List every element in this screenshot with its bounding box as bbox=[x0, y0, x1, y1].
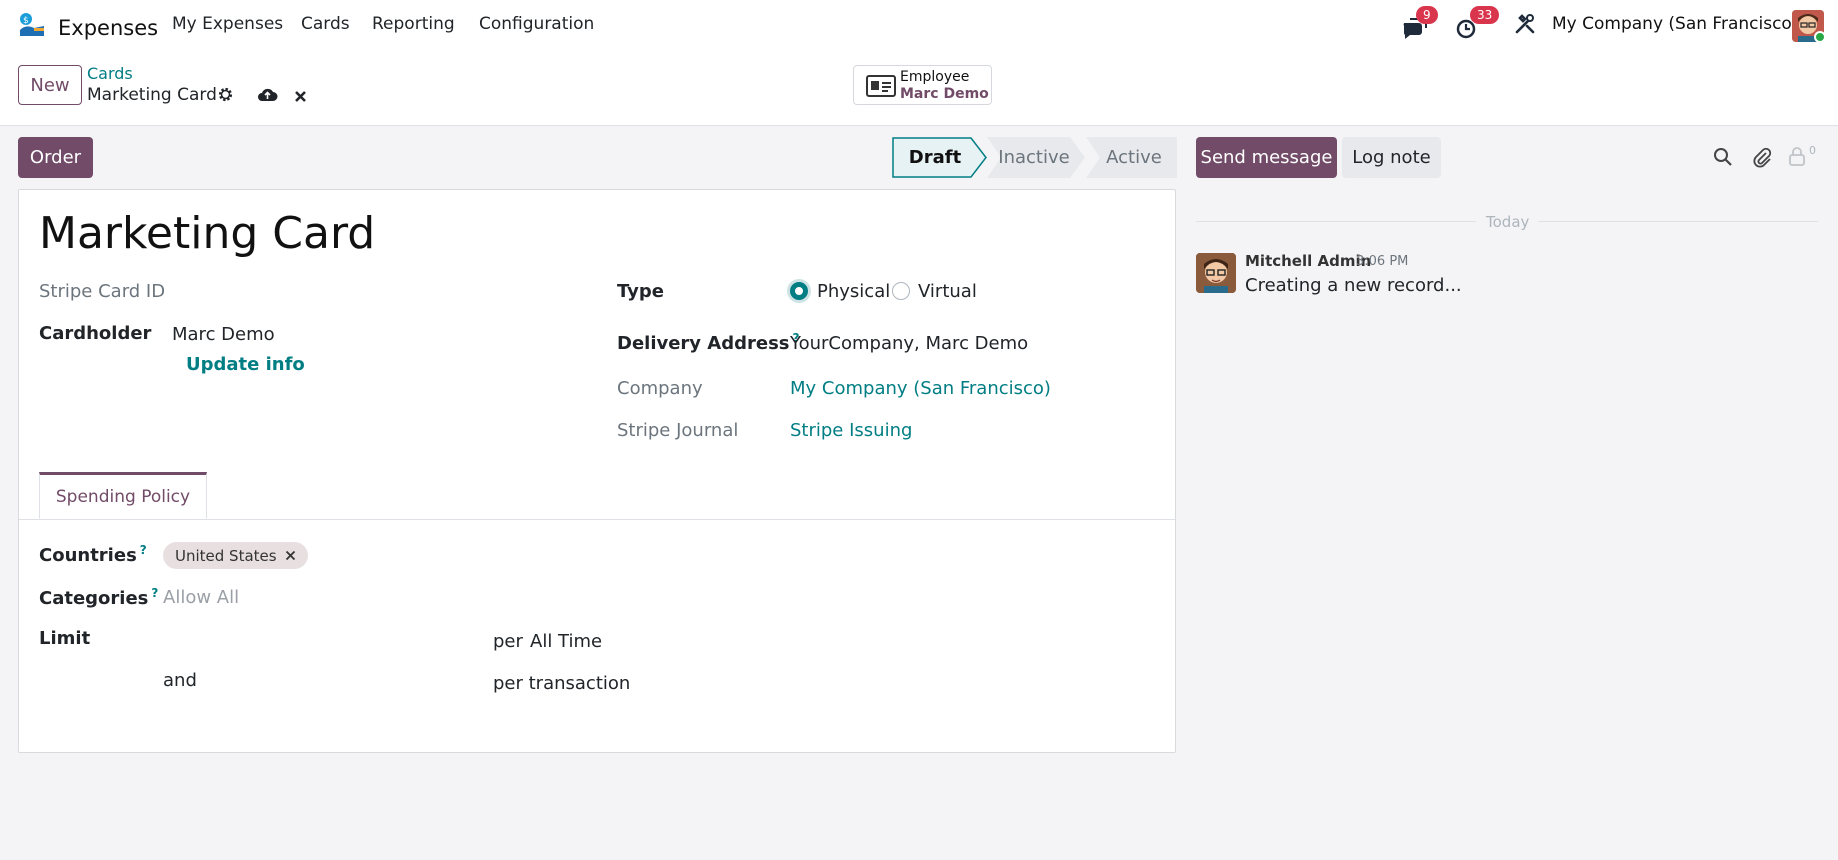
paperclip-icon[interactable] bbox=[1751, 146, 1773, 173]
smart-button-value: Marc Demo bbox=[900, 86, 989, 102]
type-virtual-radio[interactable] bbox=[892, 282, 910, 300]
chat-bubbles-icon bbox=[1401, 18, 1427, 47]
followers-lock-icon[interactable] bbox=[1788, 146, 1806, 171]
app-brand[interactable]: $ Expenses bbox=[18, 12, 158, 43]
per-label: per bbox=[493, 631, 523, 652]
countries-label: Countries? bbox=[39, 543, 147, 566]
tab-spending-policy[interactable]: Spending Policy bbox=[39, 472, 207, 519]
tools-icon[interactable] bbox=[1514, 13, 1536, 40]
search-icon[interactable] bbox=[1713, 147, 1733, 172]
help-marker[interactable]: ? bbox=[151, 586, 158, 600]
limit-label: Limit bbox=[39, 628, 91, 649]
new-button[interactable]: New bbox=[18, 65, 82, 105]
help-marker[interactable]: ? bbox=[140, 543, 147, 557]
type-virtual-label[interactable]: Virtual bbox=[918, 281, 977, 302]
categories-input[interactable]: Allow All bbox=[163, 587, 239, 608]
delivery-address-label: Delivery Address? bbox=[617, 331, 800, 354]
form-sheet bbox=[18, 189, 1176, 753]
date-divider-right bbox=[1538, 221, 1818, 222]
delivery-address-value[interactable]: YourCompany, Marc Demo bbox=[790, 333, 1028, 354]
stripe-journal-link[interactable]: Stripe Issuing bbox=[790, 420, 912, 441]
remove-tag-icon[interactable] bbox=[285, 547, 296, 565]
menu-reporting[interactable]: Reporting bbox=[372, 14, 455, 34]
period-select[interactable]: All Time bbox=[530, 631, 602, 652]
stripe-journal-label: Stripe Journal bbox=[617, 420, 739, 441]
svg-text:$: $ bbox=[23, 16, 29, 26]
stage-active[interactable]: Active bbox=[1090, 137, 1178, 178]
id-card-icon bbox=[866, 74, 896, 103]
type-physical-radio[interactable] bbox=[790, 282, 808, 300]
country-tag[interactable]: United States bbox=[163, 542, 308, 569]
activities-button[interactable]: 33 bbox=[1455, 6, 1500, 47]
expenses-app-icon: $ bbox=[18, 12, 46, 43]
type-physical-label[interactable]: Physical bbox=[817, 281, 890, 302]
update-info-link[interactable]: Update info bbox=[186, 354, 305, 375]
message-author-avatar[interactable] bbox=[1196, 253, 1236, 293]
company-switcher[interactable]: My Company (San Francisco) bbox=[1552, 14, 1798, 34]
message-time: 3:06 PM bbox=[1356, 254, 1409, 269]
and-label: and bbox=[163, 670, 197, 691]
smart-button-label: Employee bbox=[900, 69, 970, 85]
type-label: Type bbox=[617, 281, 664, 302]
date-divider-label: Today bbox=[1486, 213, 1530, 231]
categories-label: Categories? bbox=[39, 586, 159, 609]
country-tag-label: United States bbox=[175, 546, 277, 565]
per-transaction-label: per transaction bbox=[493, 673, 631, 694]
gear-icon[interactable] bbox=[217, 86, 234, 108]
stage-draft[interactable]: Draft bbox=[891, 137, 979, 178]
cardholder-label: Cardholder bbox=[39, 323, 152, 344]
company-label: Company bbox=[617, 378, 703, 399]
cardholder-value[interactable]: Marc Demo bbox=[172, 324, 275, 345]
messages-count-badge: 9 bbox=[1416, 6, 1438, 24]
activities-count-badge: 33 bbox=[1470, 6, 1500, 24]
record-title[interactable]: Marketing Card bbox=[39, 208, 375, 259]
menu-cards[interactable]: Cards bbox=[301, 14, 350, 34]
order-button[interactable]: Order bbox=[18, 137, 93, 178]
message-body: Creating a new record... bbox=[1245, 275, 1462, 296]
send-message-button[interactable]: Send message bbox=[1196, 137, 1337, 178]
log-note-button[interactable]: Log note bbox=[1342, 137, 1441, 178]
date-divider-left bbox=[1196, 221, 1476, 222]
breadcrumb-current: Marketing Card bbox=[87, 85, 217, 105]
stage-inactive[interactable]: Inactive bbox=[990, 137, 1078, 178]
stripe-card-id-label: Stripe Card ID bbox=[39, 281, 166, 302]
employee-smart-button[interactable]: Employee Marc Demo bbox=[853, 65, 992, 105]
cloud-upload-icon[interactable] bbox=[257, 86, 278, 108]
online-status-dot bbox=[1814, 31, 1826, 43]
breadcrumb-cards[interactable]: Cards bbox=[87, 64, 133, 83]
followers-count: 0 bbox=[1809, 144, 1816, 157]
company-value-link[interactable]: My Company (San Francisco) bbox=[790, 378, 1051, 399]
clock-icon bbox=[1455, 19, 1481, 47]
menu-configuration[interactable]: Configuration bbox=[479, 14, 594, 34]
messages-button[interactable]: 9 bbox=[1401, 6, 1438, 47]
tab-separator bbox=[19, 519, 1175, 520]
app-name: Expenses bbox=[58, 15, 159, 40]
message-author[interactable]: Mitchell Admin bbox=[1245, 252, 1371, 270]
discard-close-icon[interactable] bbox=[294, 88, 307, 108]
menu-my-expenses[interactable]: My Expenses bbox=[172, 14, 283, 34]
